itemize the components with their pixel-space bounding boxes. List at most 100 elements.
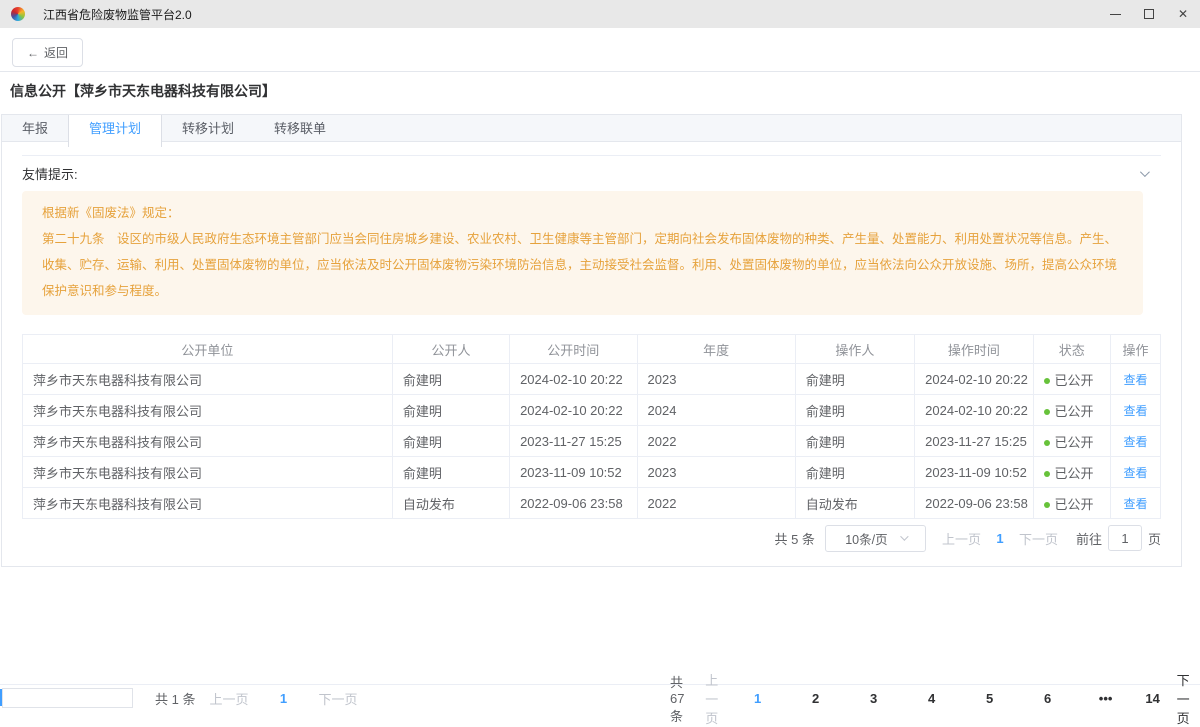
cell-unit: 萍乡市天东电器科技有限公司 (23, 488, 393, 519)
tab-transfer-plan[interactable]: 转移计划 (162, 115, 254, 141)
view-link[interactable]: 查看 (1123, 373, 1147, 387)
cell-action: 查看 (1110, 488, 1160, 519)
clipped-select-box[interactable] (2, 688, 133, 708)
cell-publisher: 自动发布 (392, 488, 509, 519)
prev-page-button[interactable]: 上一页 (203, 689, 254, 708)
cell-unit: 萍乡市天东电器科技有限公司 (23, 364, 393, 395)
view-link[interactable]: 查看 (1123, 404, 1147, 418)
notice-box: 根据新《固废法》规定： 第二十九条 设区的市级人民政府生态环境主管部门应当会同住… (22, 191, 1143, 315)
next-page-button[interactable]: 下一页 (312, 689, 363, 708)
close-icon: ✕ (1178, 8, 1188, 20)
col-header-operator: 操作人 (795, 335, 914, 364)
tab-panel-management-plan: 友情提示: 根据新《固废法》规定： 第二十九条 设区的市级人民政府生态环境主管部… (2, 142, 1181, 566)
cell-status: 已公开 (1033, 488, 1110, 519)
prev-page-button[interactable]: 上一页 (699, 670, 728, 727)
cell-publish-time: 2023-11-09 10:52 (510, 457, 637, 488)
cell-status: 已公开 (1033, 364, 1110, 395)
status-badge: 已公开 (1055, 435, 1094, 450)
page-number-1[interactable]: 1 (987, 531, 1013, 546)
cell-year: 2023 (637, 457, 795, 488)
page-number-5[interactable]: 5 (975, 691, 1005, 706)
cell-publish-time: 2023-11-27 15:25 (510, 426, 637, 457)
page-number-14[interactable]: 14 (1138, 691, 1168, 706)
tab-annual-report[interactable]: 年报 (2, 115, 68, 141)
table-row: 萍乡市天东电器科技有限公司 俞建明 2023-11-09 10:52 2023 … (23, 457, 1161, 488)
pagination-total: 共 1 条 (155, 689, 195, 708)
cell-operate-time: 2023-11-09 10:52 (915, 457, 1033, 488)
cell-year: 2022 (637, 488, 795, 519)
bottom-right-pagination: 共 67 条 上一页 1 2 3 4 5 6 ••• 14 下一页 (670, 689, 1200, 707)
notice-collapse-header[interactable]: 友情提示: (22, 155, 1161, 191)
status-dot-icon (1044, 440, 1050, 446)
view-link[interactable]: 查看 (1123, 497, 1147, 511)
close-button[interactable]: ✕ (1166, 0, 1200, 28)
view-link[interactable]: 查看 (1123, 435, 1147, 449)
cell-publisher: 俞建明 (392, 364, 509, 395)
view-link[interactable]: 查看 (1123, 466, 1147, 480)
content-card: 年报 管理计划 转移计划 转移联单 友情提示: 根据新《固废法》规定： 第二十九… (1, 114, 1182, 567)
cell-status: 已公开 (1033, 426, 1110, 457)
tab-transfer-manifest[interactable]: 转移联单 (254, 115, 346, 141)
back-button-label: 返回 (44, 44, 68, 61)
col-header-publisher: 公开人 (392, 335, 509, 364)
cell-status: 已公开 (1033, 457, 1110, 488)
cell-operate-time: 2024-02-10 20:22 (915, 395, 1033, 426)
cell-year: 2023 (637, 364, 795, 395)
back-button[interactable]: ← 返回 (12, 38, 83, 67)
col-header-unit: 公开单位 (23, 335, 393, 364)
window-controls: ✕ (1098, 0, 1200, 28)
toolbar: ← 返回 (0, 28, 1200, 72)
notice-line2: 第二十九条 设区的市级人民政府生态环境主管部门应当会同住房城乡建设、农业农村、卫… (42, 226, 1123, 304)
page-number-4[interactable]: 4 (917, 691, 947, 706)
table-row: 萍乡市天东电器科技有限公司 俞建明 2023-11-27 15:25 2022 … (23, 426, 1161, 457)
cell-publisher: 俞建明 (392, 395, 509, 426)
cell-publisher: 俞建明 (392, 426, 509, 457)
bottom-divider (0, 684, 1200, 685)
status-dot-icon (1044, 378, 1050, 384)
table-header-row: 公开单位 公开人 公开时间 年度 操作人 操作时间 状态 操作 (23, 335, 1161, 364)
page-number-1[interactable]: 1 (743, 691, 773, 706)
pagination-goto: 前往 页 (1076, 525, 1161, 551)
pagination-total: 共 5 条 (774, 529, 814, 548)
page-number-1[interactable]: 1 (268, 691, 298, 706)
page-number-6[interactable]: 6 (1033, 691, 1063, 706)
page-number-3[interactable]: 3 (859, 691, 889, 706)
chevron-down-icon (900, 532, 908, 540)
cell-unit: 萍乡市天东电器科技有限公司 (23, 395, 393, 426)
prev-page-button[interactable]: 上一页 (936, 529, 987, 548)
app-logo-icon (11, 7, 25, 21)
goto-label: 前往 (1076, 529, 1102, 548)
goto-page-input[interactable] (1108, 525, 1142, 551)
cell-operator: 自动发布 (795, 488, 914, 519)
cell-unit: 萍乡市天东电器科技有限公司 (23, 457, 393, 488)
minimize-icon (1110, 14, 1121, 15)
status-badge: 已公开 (1055, 404, 1094, 419)
page-number-2[interactable]: 2 (801, 691, 831, 706)
pagination-ellipsis[interactable]: ••• (1091, 691, 1121, 706)
page-size-select[interactable]: 10条/页 (825, 525, 926, 552)
tab-management-plan[interactable]: 管理计划 (68, 115, 162, 147)
cell-publish-time: 2024-02-10 20:22 (510, 395, 637, 426)
table-pagination: 共 5 条 10条/页 上一页 1 下一页 前往 页 (22, 524, 1161, 552)
cell-year: 2024 (637, 395, 795, 426)
col-header-operate-time: 操作时间 (915, 335, 1033, 364)
chevron-down-icon (1140, 167, 1150, 177)
next-page-button[interactable]: 下一页 (1013, 529, 1064, 548)
status-dot-icon (1044, 502, 1050, 508)
cell-year: 2022 (637, 426, 795, 457)
status-badge: 已公开 (1055, 466, 1094, 481)
minimize-button[interactable] (1098, 0, 1132, 28)
notice-line1: 根据新《固废法》规定： (42, 200, 1123, 226)
cell-action: 查看 (1110, 457, 1160, 488)
cell-unit: 萍乡市天东电器科技有限公司 (23, 426, 393, 457)
cell-publish-time: 2022-09-06 23:58 (510, 488, 637, 519)
pagination-total: 共 67 条 (670, 672, 691, 725)
goto-unit: 页 (1148, 529, 1161, 548)
maximize-button[interactable] (1132, 0, 1166, 28)
cell-action: 查看 (1110, 395, 1160, 426)
cell-operator: 俞建明 (795, 364, 914, 395)
next-page-button[interactable]: 下一页 (1171, 670, 1200, 727)
window-titlebar: 江西省危险废物监管平台2.0 ✕ (0, 0, 1200, 28)
cell-operate-time: 2024-02-10 20:22 (915, 364, 1033, 395)
tabs-bar: 年报 管理计划 转移计划 转移联单 (2, 115, 1181, 142)
